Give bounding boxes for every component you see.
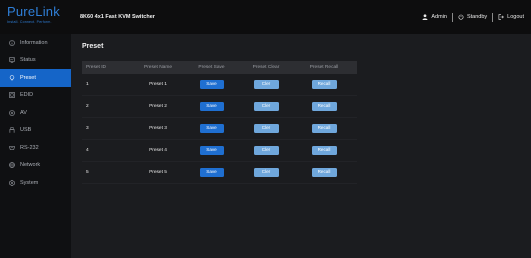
save-button[interactable]: Save bbox=[199, 80, 224, 89]
column-header: Preset Clear bbox=[252, 65, 280, 70]
preset-table: Preset ID Preset Name Preset Save Preset… bbox=[82, 61, 357, 184]
edid-icon bbox=[8, 92, 15, 99]
rs232-icon bbox=[8, 144, 15, 151]
user-label: Admin bbox=[431, 14, 447, 20]
preset-id: 4 bbox=[86, 148, 89, 153]
sidebar-item-label: Network bbox=[20, 162, 41, 169]
sidebar: Information Status Preset EDID AV USB RS… bbox=[0, 34, 71, 258]
recall-button[interactable]: Recall bbox=[311, 146, 337, 155]
sidebar-item-av[interactable]: AV bbox=[0, 104, 71, 122]
clear-button[interactable]: Cler bbox=[253, 146, 279, 155]
logout-label: Logout bbox=[507, 14, 524, 20]
clear-button[interactable]: Cler bbox=[253, 168, 279, 177]
standby-label: Standby bbox=[466, 14, 488, 20]
preset-name: Preset 4 bbox=[149, 148, 167, 153]
recall-button[interactable]: Recall bbox=[311, 168, 337, 177]
sidebar-item-network[interactable]: Network bbox=[0, 157, 71, 175]
av-icon bbox=[8, 109, 15, 116]
clear-button[interactable]: Cler bbox=[253, 124, 279, 133]
sidebar-item-information[interactable]: Information bbox=[0, 34, 71, 52]
clear-button[interactable]: Cler bbox=[253, 102, 279, 111]
user-icon bbox=[422, 14, 428, 20]
sidebar-item-status[interactable]: Status bbox=[0, 52, 71, 70]
preset-name: Preset 1 bbox=[149, 82, 167, 87]
column-header: Preset Recall bbox=[309, 65, 339, 70]
device-title: 8K60 4x1 Fast KVM Switcher bbox=[80, 14, 155, 20]
logout-button[interactable]: Logout bbox=[498, 14, 524, 20]
recall-button[interactable]: Recall bbox=[311, 80, 337, 89]
save-button[interactable]: Save bbox=[199, 102, 224, 111]
table-row: 3 Preset 3 Save Cler Recall bbox=[82, 118, 357, 140]
power-icon bbox=[458, 14, 464, 20]
brand-logo: PureLink Install. Connect. Perform. bbox=[0, 0, 71, 34]
column-header: Preset ID bbox=[86, 65, 106, 70]
sidebar-item-label: System bbox=[20, 179, 39, 186]
recall-button[interactable]: Recall bbox=[311, 124, 337, 133]
top-right-controls: Admin Standby Logout bbox=[422, 0, 524, 34]
info-icon bbox=[8, 39, 15, 46]
sidebar-item-system[interactable]: System bbox=[0, 174, 71, 192]
save-button[interactable]: Save bbox=[199, 124, 224, 133]
preset-name: Preset 2 bbox=[149, 104, 167, 109]
table-row: 4 Preset 4 Save Cler Recall bbox=[82, 140, 357, 162]
column-header: Preset Save bbox=[198, 65, 225, 70]
table-header: Preset ID Preset Name Preset Save Preset… bbox=[82, 61, 357, 74]
table-row: 1 Preset 1 Save Cler Recall bbox=[82, 74, 357, 96]
preset-id: 5 bbox=[86, 170, 89, 175]
sidebar-item-label: RS-232 bbox=[20, 144, 39, 151]
preset-id: 1 bbox=[86, 82, 89, 87]
preset-icon bbox=[8, 74, 15, 81]
brand-tagline: Install. Connect. Perform. bbox=[7, 20, 52, 24]
sidebar-item-rs232[interactable]: RS-232 bbox=[0, 139, 71, 157]
sidebar-item-label: Information bbox=[20, 39, 48, 46]
app-window: PureLink Install. Connect. Perform. 8K60… bbox=[0, 0, 531, 258]
top-bar: PureLink Install. Connect. Perform. 8K60… bbox=[0, 0, 531, 34]
sidebar-item-preset[interactable]: Preset bbox=[0, 69, 71, 87]
sidebar-item-label: Preset bbox=[20, 74, 36, 81]
preset-name: Preset 5 bbox=[149, 170, 167, 175]
usb-icon bbox=[8, 127, 15, 134]
sidebar-item-label: EDID bbox=[20, 92, 34, 99]
sidebar-item-usb[interactable]: USB bbox=[0, 122, 71, 140]
divider bbox=[451, 12, 453, 22]
page-title: Preset bbox=[82, 43, 104, 50]
divider bbox=[492, 12, 494, 22]
system-gear-icon bbox=[8, 179, 15, 186]
user-menu[interactable]: Admin bbox=[422, 14, 447, 20]
save-button[interactable]: Save bbox=[199, 146, 224, 155]
logout-icon bbox=[498, 14, 504, 20]
status-monitor-icon bbox=[8, 57, 15, 64]
main-content: Preset Preset ID Preset Name Preset Save… bbox=[71, 34, 531, 258]
save-button[interactable]: Save bbox=[199, 168, 224, 177]
sidebar-item-label: Status bbox=[20, 57, 36, 64]
sidebar-item-label: USB bbox=[20, 127, 32, 134]
brand-name: PureLink bbox=[7, 4, 60, 19]
standby-button[interactable]: Standby bbox=[458, 14, 487, 20]
preset-name: Preset 3 bbox=[149, 126, 167, 131]
clear-button[interactable]: Cler bbox=[253, 80, 279, 89]
sidebar-item-label: AV bbox=[20, 109, 27, 116]
preset-id: 2 bbox=[86, 104, 89, 109]
preset-id: 3 bbox=[86, 126, 89, 131]
sidebar-item-edid[interactable]: EDID bbox=[0, 87, 71, 105]
network-icon bbox=[8, 162, 15, 169]
recall-button[interactable]: Recall bbox=[311, 102, 337, 111]
table-row: 5 Preset 5 Save Cler Recall bbox=[82, 162, 357, 184]
table-row: 2 Preset 2 Save Cler Recall bbox=[82, 96, 357, 118]
column-header: Preset Name bbox=[144, 65, 172, 70]
